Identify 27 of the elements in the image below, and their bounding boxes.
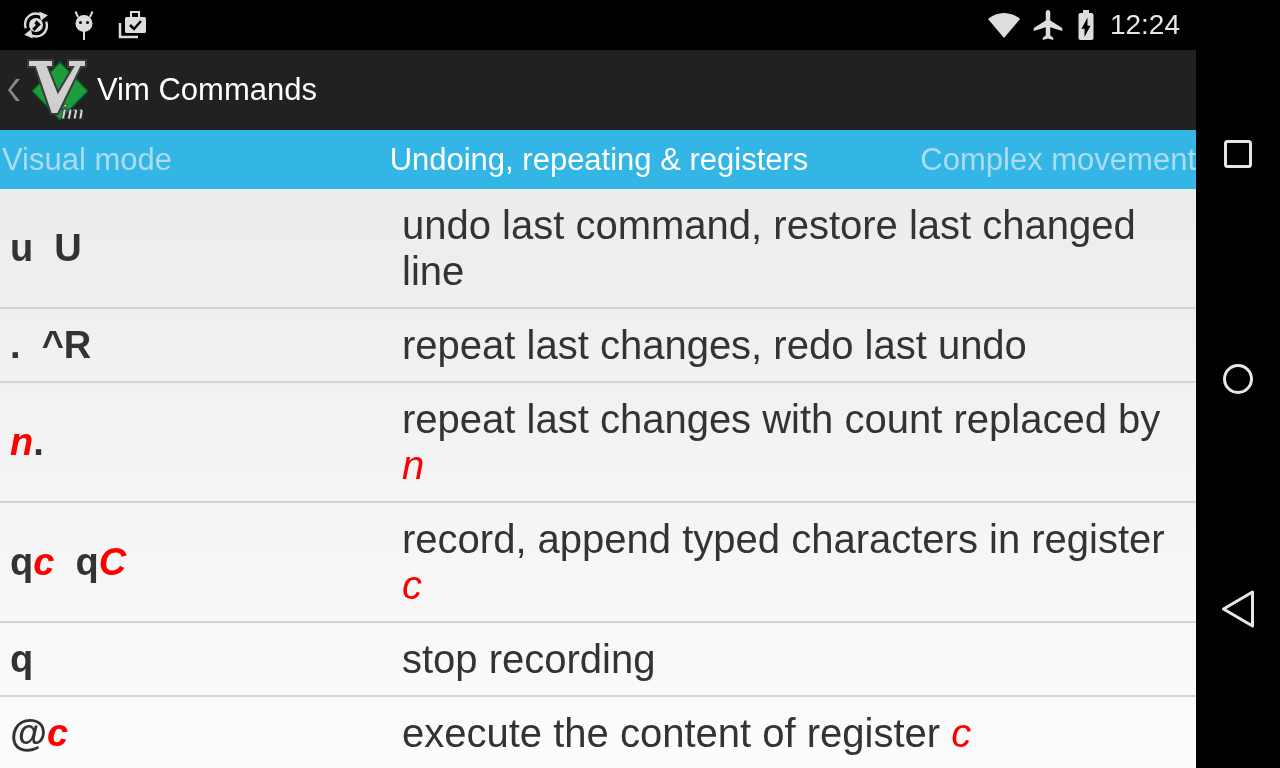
recents-icon[interactable] [1224,140,1252,168]
robot-icon [73,10,95,40]
home-icon[interactable] [1223,364,1253,394]
wifi-icon [987,12,1020,38]
airplane-icon [1032,10,1063,40]
tab[interactable]: Undoing, repeating & registers [389,140,809,179]
logo-icon[interactable] [27,59,89,122]
command-description: repeat last changes with count replaced by n [402,396,1162,488]
command-description: repeat last changes, redo last undo [402,322,1028,368]
tab[interactable]: Visual mode [2,140,173,179]
command-description: stop recording [402,636,657,682]
command-keys: q [10,636,402,682]
wrench-sync-icon [22,11,50,39]
back-icon[interactable] [1221,590,1255,628]
command-keys: u U [10,225,402,271]
back-caret-icon[interactable] [8,78,22,102]
command-description: execute the content of register c [402,710,973,756]
command-keys: qc qC [10,539,402,585]
command-description: undo last command, restore last changed line [402,202,1137,294]
command-keys: . ^R [10,322,402,368]
command-keys: @c [10,710,402,756]
briefcase-check-icon [118,11,146,39]
tab[interactable]: Complex movement [920,140,1196,179]
status-time: 12:24 [1109,9,1180,41]
command-description: record, append typed characters in register c [402,516,1166,608]
app-title: Vim Commands [97,72,317,108]
command-keys: n. [10,419,402,465]
